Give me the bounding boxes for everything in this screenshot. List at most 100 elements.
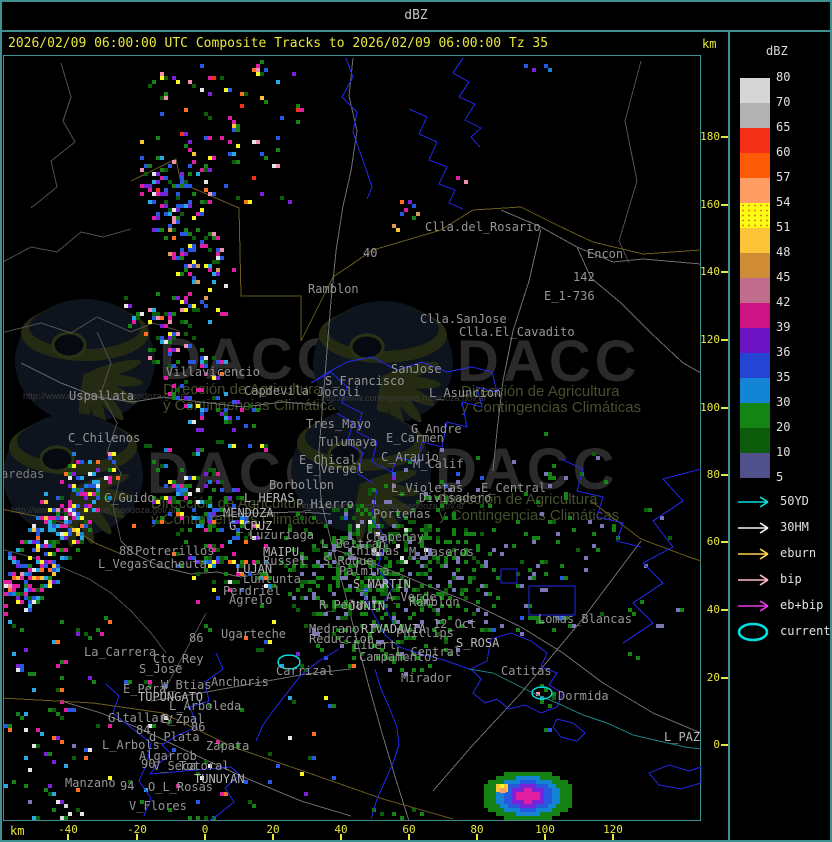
colorbar-label: 20 — [776, 420, 791, 434]
map-place-label: Campamentos — [359, 650, 438, 664]
x-axis-tick — [544, 834, 546, 840]
map-place-label: Capdevila — [244, 384, 309, 398]
colorbar-label: 35 — [776, 370, 791, 384]
map-place-label: Dormida — [558, 689, 609, 703]
scan-timestamp-header: 2026/02/09 06:00:00 UTC Composite Tracks… — [8, 36, 549, 51]
map-place-label: S_MARTIN — [353, 577, 411, 591]
map-place-label: V_Flores — [129, 799, 187, 813]
blue-boundary-line — [341, 57, 373, 200]
map-place-label: Mirador — [401, 671, 452, 685]
title-bar: dBZ — [0, 0, 832, 32]
x-axis-tick — [67, 834, 69, 840]
map-place-label: Porteñas — [373, 507, 431, 521]
x-axis-tick — [408, 834, 410, 840]
legend-label: 30HM — [780, 520, 809, 534]
colorbar-block — [740, 203, 770, 228]
map-place-label: Uspallata — [69, 389, 134, 403]
y-axis-tick-label: 20 — [706, 671, 720, 684]
map-place-label: Ramblon — [409, 595, 460, 609]
map-place-label: C_Chilenos — [68, 431, 140, 445]
track-arrow-icon — [738, 600, 769, 612]
map-place-label: E_1-736 — [544, 289, 595, 303]
colorbar-label: 80 — [776, 70, 791, 84]
y-axis-tick-label: 120 — [700, 333, 720, 346]
window-title: dBZ — [404, 7, 428, 23]
radar-application-window: dBZ 2026/02/09 06:00:00 UTC Composite Tr… — [0, 0, 832, 842]
map-place-label: P_Hierro — [296, 497, 354, 511]
legend-label: current — [780, 624, 831, 638]
map-place-label: Clla.El_Cavadito — [459, 325, 575, 339]
x-axis-tick — [476, 834, 478, 840]
legend-item-eb+bip: eb+bip — [736, 596, 832, 616]
legend-item-eburn: eburn — [736, 544, 832, 564]
track-arrow-icon — [738, 496, 769, 508]
y-axis-tick-label: 40 — [706, 603, 720, 616]
map-place-label: Encon — [587, 247, 623, 261]
map-place-label: L_HERAS — [244, 491, 295, 505]
map-place-label: La_Carrera — [84, 645, 156, 659]
colorbar-label: 36 — [776, 345, 791, 359]
map-place-label: Agrelo — [229, 593, 272, 607]
y-axis-tick-label: 0 — [713, 738, 720, 751]
dgray-boundary-line — [4, 228, 132, 262]
x-axis-tick — [340, 834, 342, 840]
colorbar-block — [740, 153, 770, 178]
echo-cluster-nw-band — [140, 144, 236, 324]
colorbar-block — [740, 128, 770, 153]
map-place-label: Anchoris — [211, 675, 269, 689]
map-place-label: Luzuriaga — [249, 528, 314, 542]
y-axis-tick-label: 60 — [706, 535, 720, 548]
blue-boundary-line — [500, 568, 518, 584]
y-axis-tick-label: 140 — [700, 265, 720, 278]
map-place-label: Lomas_Blancas — [538, 612, 632, 626]
blue-boundary-line — [528, 585, 576, 616]
colorbar-label: 54 — [776, 195, 791, 209]
track-arrow-icon — [738, 548, 769, 560]
radar-map-canvas[interactable]: DACC Dirección de Agricultura y Contingenc… — [3, 55, 702, 822]
y-axis-unit-label: km — [702, 37, 717, 51]
colorbar-label: 10 — [776, 445, 791, 459]
map-place-label: 86 — [189, 631, 203, 645]
blue-boundary-line — [452, 57, 482, 148]
legend-item-50YD: 50YD — [736, 492, 832, 512]
dgray-boundary-line — [618, 60, 642, 264]
blue-boundary-line — [622, 468, 702, 644]
map-place-label: Phillips — [396, 626, 454, 640]
echo-cluster-nw-scatter — [140, 60, 304, 204]
x-axis-tick — [612, 834, 614, 840]
map-place-label: MENDOZA — [223, 506, 274, 520]
map-place-label: M_Laseros — [409, 545, 474, 559]
colorbar-label: 70 — [776, 95, 791, 109]
y-axis-tick — [721, 609, 728, 611]
map-place-label: 94 — [120, 779, 134, 793]
current-ellipse-icon — [737, 622, 769, 642]
map-place-label: Totoral — [179, 759, 230, 773]
y-axis-tick — [721, 474, 728, 476]
colorbar-label: 30 — [776, 395, 791, 409]
colorbar-label: 39 — [776, 320, 791, 334]
colorbar-block — [740, 403, 770, 428]
track-arrow-icon — [738, 522, 769, 534]
map-place-label: Cacheuta — [149, 557, 207, 571]
colorbar-label: 5 — [776, 470, 784, 484]
map-place-label: Potrerillos — [135, 544, 214, 558]
blue-boundary-line — [552, 718, 586, 742]
map-place-label: Jocoli — [317, 385, 360, 399]
right-panel-divider — [728, 30, 730, 840]
map-place-label: E_Vergel — [306, 462, 364, 476]
y-axis-tick-label: 160 — [700, 198, 720, 211]
watermark-subtitle-2: y Contingencias Climáticas — [461, 399, 641, 416]
colorbar-block — [740, 303, 770, 328]
map-place-label: Ramblon — [308, 282, 359, 296]
map-place-label: Carrizal — [276, 664, 334, 678]
x-axis-tick — [272, 834, 274, 840]
map-place-label: Zapata — [206, 739, 249, 753]
legend-item-bip: bip — [736, 570, 832, 590]
colorbar-label: 48 — [776, 245, 791, 259]
map-place-label: O_L_Rosas — [148, 780, 213, 794]
colorbar-block — [740, 228, 770, 253]
map-place-label: L_Asuncion — [429, 386, 501, 400]
y-axis-tick — [721, 407, 728, 409]
map-place-label: Divisadero — [419, 491, 491, 505]
map-place-label: S_Jose — [139, 662, 182, 676]
